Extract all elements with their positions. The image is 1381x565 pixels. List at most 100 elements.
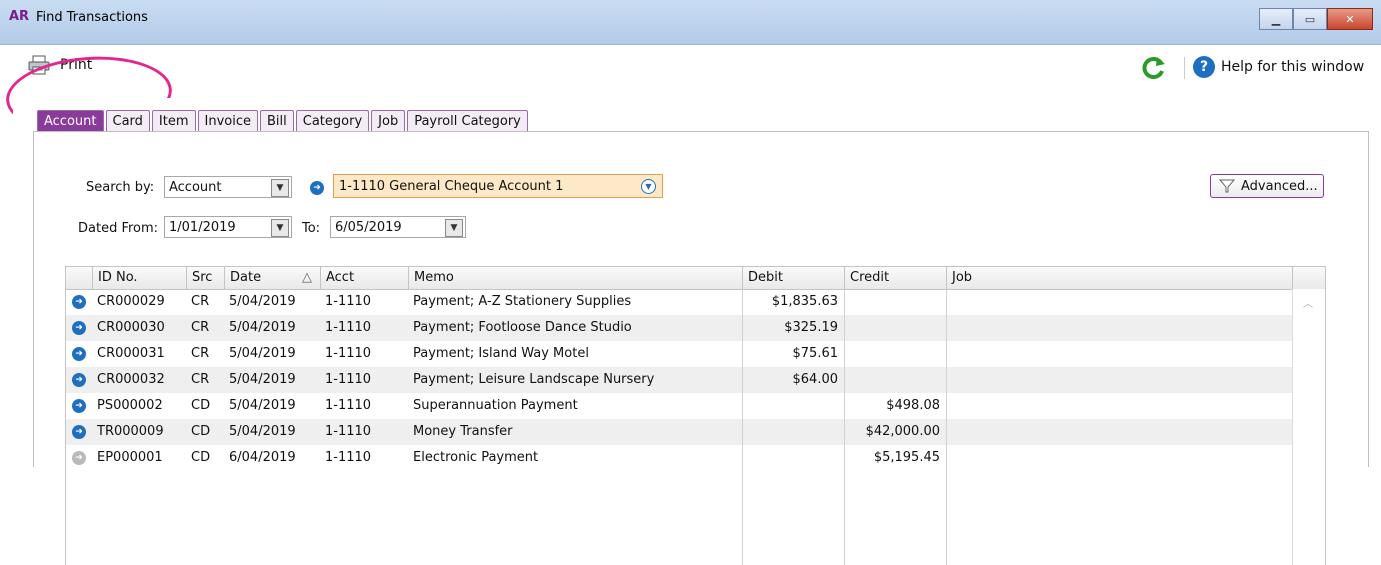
cell-debit: $75.61	[792, 346, 839, 361]
cell-id: PS000002	[97, 398, 163, 413]
cell-credit: $498.08	[886, 398, 940, 413]
cell-acct: 1-1110	[325, 346, 372, 361]
table-row[interactable]: ➜ PS000002 CD 5/04/2019 1-1110 Superannuation…	[66, 393, 1292, 419]
column-header-date[interactable]: Date △	[224, 267, 320, 289]
print-button[interactable]: Print	[28, 55, 92, 75]
maximize-button[interactable]: ▭	[1293, 8, 1327, 30]
minimize-button[interactable]: ▁	[1259, 8, 1293, 30]
chevron-down-icon[interactable]: ▼	[641, 179, 656, 194]
cell-credit: $42,000.00	[865, 424, 940, 439]
column-header-src[interactable]: Src	[186, 267, 224, 289]
tab-category[interactable]: Category	[295, 110, 370, 131]
printer-icon	[28, 55, 50, 75]
dated-from-field[interactable]: 1/01/2019 ▼	[164, 216, 292, 238]
zoom-arrow-icon[interactable]: ➜	[72, 425, 86, 439]
cell-id: CR000030	[97, 320, 165, 335]
results-table: ID No. Src Date △ Acct Memo Debit Credit…	[65, 266, 1326, 565]
cell-job	[946, 367, 1292, 393]
table-row[interactable]: ➜ TR000009 CD 5/04/2019 1-1110 Money Transfer…	[66, 419, 1292, 445]
cell-memo: Superannuation Payment	[413, 398, 578, 413]
cell-memo: Payment; A-Z Stationery Supplies	[413, 294, 632, 309]
tab-invoice[interactable]: Invoice	[197, 110, 258, 131]
cell-credit	[844, 367, 946, 393]
chevron-down-icon[interactable]: ▼	[271, 179, 289, 197]
cell-debit: $325.19	[784, 320, 838, 335]
scroll-up-icon[interactable]: ︿	[1303, 295, 1313, 310]
help-button[interactable]: ? Help for this window	[1193, 56, 1364, 78]
help-icon: ?	[1193, 56, 1215, 78]
cell-job	[946, 289, 1292, 315]
cell-debit	[742, 419, 844, 445]
column-header-job[interactable]: Job	[946, 267, 1292, 289]
toolbar-separator	[1184, 57, 1185, 79]
tab-item[interactable]: Item	[151, 110, 196, 131]
column-header-credit[interactable]: Credit	[844, 267, 946, 289]
zoom-arrow-icon[interactable]: ➜	[72, 347, 86, 361]
chevron-down-icon[interactable]: ▼	[271, 219, 289, 237]
account-combo[interactable]: 1-1110 General Cheque Account 1 ▼	[333, 174, 663, 198]
close-button[interactable]: ✕	[1327, 8, 1373, 30]
vertical-scrollbar[interactable]: ︿	[1292, 289, 1325, 565]
column-header-memo[interactable]: Memo	[408, 267, 742, 289]
refresh-icon[interactable]	[1141, 55, 1167, 79]
arrow-right-icon: ➜	[310, 181, 324, 195]
column-header-id[interactable]: ID No.	[92, 267, 186, 289]
column-divider	[946, 289, 947, 565]
toolbar: Print ? Help for this window	[0, 45, 1381, 139]
header-scroll-corner	[1292, 267, 1325, 289]
dated-from-label: Dated From:	[78, 221, 159, 236]
search-by-select[interactable]: Account ▼	[164, 176, 292, 198]
header-icon-column	[66, 267, 92, 289]
zoom-arrow-icon[interactable]: ➜	[72, 321, 86, 335]
cell-memo: Payment; Footloose Dance Studio	[413, 320, 632, 335]
cell-date: 5/04/2019	[229, 398, 296, 413]
zoom-arrow-icon[interactable]: ➜	[72, 451, 86, 465]
tab-job[interactable]: Job	[371, 110, 406, 131]
cell-job	[946, 419, 1292, 445]
column-divider	[844, 289, 845, 565]
cell-acct: 1-1110	[325, 294, 372, 309]
cell-date: 5/04/2019	[229, 320, 296, 335]
search-by-label: Search by:	[86, 180, 155, 195]
tab-account[interactable]: Account	[37, 110, 104, 131]
zoom-arrow-icon[interactable]: ➜	[72, 295, 86, 309]
window-controls: ▁ ▭ ✕	[1259, 8, 1373, 30]
account-value: 1-1110 General Cheque Account 1	[339, 178, 564, 194]
to-date-field[interactable]: 6/05/2019 ▼	[330, 216, 466, 238]
cell-acct: 1-1110	[325, 320, 372, 335]
advanced-button[interactable]: Advanced...	[1210, 174, 1324, 198]
chevron-down-icon[interactable]: ▼	[445, 219, 463, 237]
table-row[interactable]: ➜ CR000032 CR 5/04/2019 1-1110 Payment; Leisu…	[66, 367, 1292, 393]
cell-src: CD	[191, 450, 211, 465]
cell-acct: 1-1110	[325, 450, 372, 465]
tab-payroll-category[interactable]: Payroll Category	[407, 110, 528, 131]
cell-job	[946, 315, 1292, 341]
to-date-value: 6/05/2019	[335, 219, 402, 235]
tab-bill[interactable]: Bill	[260, 110, 294, 131]
sort-ascending-icon: △	[302, 270, 312, 285]
column-header-date-label: Date	[230, 270, 262, 285]
table-row[interactable]: ➜ CR000030 CR 5/04/2019 1-1110 Payment; Footl…	[66, 315, 1292, 341]
cell-date: 6/04/2019	[229, 450, 296, 465]
column-header-acct[interactable]: Acct	[320, 267, 408, 289]
cell-id: EP000001	[97, 450, 163, 465]
zoom-arrow-icon[interactable]: ➜	[72, 373, 86, 387]
column-divider	[742, 289, 743, 565]
table-row[interactable]: ➜ CR000031 CR 5/04/2019 1-1110 Payment; Islan…	[66, 341, 1292, 367]
tab-card[interactable]: Card	[105, 110, 150, 131]
table-row[interactable]: ➜ CR000029 CR 5/04/2019 1-1110 Payment; A-Z S…	[66, 289, 1292, 315]
cell-job	[946, 341, 1292, 367]
app-badge: AR	[9, 9, 30, 24]
cell-id: CR000031	[97, 346, 165, 361]
table-row[interactable]: ➜ EP000001 CD 6/04/2019 1-1110 Electronic Pay…	[66, 445, 1292, 471]
cell-date: 5/04/2019	[229, 346, 296, 361]
cell-memo: Payment; Island Way Motel	[413, 346, 589, 361]
cell-memo: Payment; Leisure Landscape Nursery	[413, 372, 655, 387]
table-header: ID No. Src Date △ Acct Memo Debit Credit…	[66, 267, 1325, 290]
cell-acct: 1-1110	[325, 372, 372, 387]
cell-src: CR	[191, 372, 210, 387]
title-bar: AR Find Transactions ▁ ▭ ✕	[0, 0, 1381, 45]
column-header-debit[interactable]: Debit	[742, 267, 844, 289]
cell-src: CD	[191, 398, 211, 413]
zoom-arrow-icon[interactable]: ➜	[72, 399, 86, 413]
